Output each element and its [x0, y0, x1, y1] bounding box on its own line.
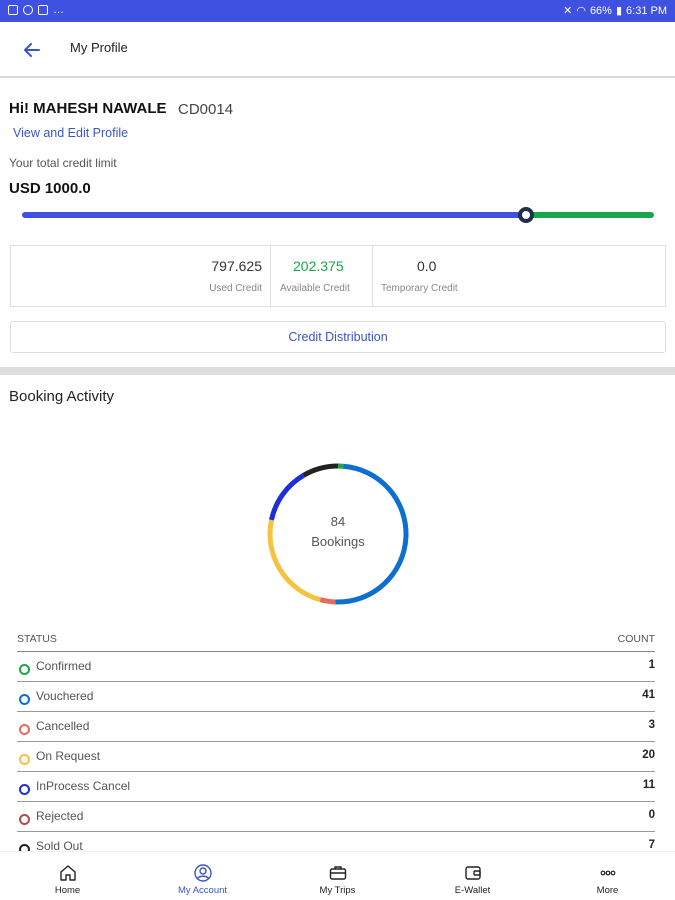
- nav-more-label: More: [596, 885, 619, 896]
- status-count: 20: [642, 749, 655, 761]
- donut-slice: [302, 463, 339, 478]
- table-header: STATUS COUNT: [17, 628, 655, 652]
- mute-icon: ✕: [563, 5, 573, 17]
- nav-e-wallet[interactable]: E-Wallet: [405, 852, 540, 900]
- back-button[interactable]: [20, 38, 44, 62]
- available-credit-label: Available Credit: [280, 283, 350, 294]
- arrow-left-icon: [24, 43, 40, 57]
- nav-e-wallet-label: E-Wallet: [454, 885, 491, 896]
- more-notifications-icon: …: [53, 4, 64, 16]
- available-credit-stat: 202.375 Available Credit: [271, 246, 373, 306]
- count-column-header: COUNT: [617, 633, 655, 645]
- view-edit-profile-link[interactable]: View and Edit Profile: [13, 126, 128, 140]
- briefcase-icon: [329, 866, 347, 880]
- wallet-icon: [465, 866, 481, 880]
- used-credit-label: Used Credit: [209, 283, 262, 294]
- table-row: Cancelled 3: [17, 712, 655, 742]
- nav-my-trips[interactable]: My Trips: [270, 852, 405, 900]
- gallery-icon: [8, 5, 18, 15]
- status-dot-icon: [19, 754, 30, 765]
- credit-limit-value: USD 1000.0: [9, 180, 91, 197]
- status-name: On Request: [36, 749, 101, 763]
- booking-activity-title: Booking Activity: [9, 388, 115, 405]
- status-count: 1: [648, 659, 655, 671]
- credit-distribution-button[interactable]: Credit Distribution: [10, 321, 666, 353]
- credit-usage-bar: [22, 207, 654, 225]
- user-greeting: Hi! MAHESH NAWALE: [9, 100, 167, 117]
- status-dot-icon: [19, 814, 30, 825]
- credit-limit-label: Your total credit limit: [9, 156, 117, 170]
- status-count: 0: [648, 809, 655, 821]
- status-count: 41: [642, 689, 655, 701]
- battery-icon: ▮: [615, 5, 623, 17]
- media-icon: [38, 5, 48, 15]
- nav-my-trips-label: My Trips: [319, 885, 356, 896]
- section-divider: [0, 367, 675, 375]
- user-code: CD0014: [178, 101, 234, 118]
- table-row: Vouchered 41: [17, 682, 655, 712]
- status-name: Rejected: [36, 809, 84, 823]
- account-icon: [194, 864, 212, 882]
- status-name: Cancelled: [36, 719, 90, 733]
- status-column-header: STATUS: [17, 633, 57, 645]
- temporary-credit-value: 0.0: [417, 258, 437, 274]
- status-dot-icon: [19, 664, 30, 675]
- notification-icon: [23, 5, 33, 15]
- used-credit-value: 797.625: [211, 258, 262, 274]
- used-credit-stat: 797.625 Used Credit: [11, 246, 271, 306]
- status-dot-icon: [19, 784, 30, 795]
- credit-stats: 797.625 Used Credit 202.375 Available Cr…: [10, 245, 666, 307]
- bookings-total-label: Bookings: [311, 534, 365, 549]
- bottom-navigation: Home My Account My Trips E-Wallet More: [0, 851, 675, 900]
- status-system-icons: ✕ ◠ 66% ▮ 6:31 PM: [563, 4, 667, 18]
- status-bar: … ✕ ◠ 66% ▮ 6:31 PM: [0, 0, 675, 22]
- used-credit-fill: [22, 212, 524, 218]
- wifi-icon: ◠: [576, 5, 586, 17]
- app-bar: My Profile: [0, 22, 675, 78]
- status-count: 3: [648, 719, 655, 731]
- status-count: 11: [642, 779, 655, 791]
- table-body: Confirmed 1 Vouchered 41 Cancelled 3 On Reques…: [17, 652, 655, 862]
- bookings-total: 84: [330, 514, 346, 529]
- table-row: InProcess Cancel 11: [17, 772, 655, 802]
- battery-level: 66%: [589, 4, 612, 17]
- table-row: Rejected 0: [17, 802, 655, 832]
- booking-status-table: STATUS COUNT Confirmed 1 Vouchered 41 Cancel…: [17, 628, 655, 862]
- status-name: Confirmed: [36, 659, 92, 673]
- status-dot-icon: [19, 694, 30, 705]
- temporary-credit-stat: 0.0 Temporary Credit: [373, 246, 665, 306]
- credit-bar-knob: [518, 207, 535, 223]
- status-name: InProcess Cancel: [36, 779, 131, 793]
- nav-more[interactable]: More: [540, 852, 675, 900]
- clock: 6:31 PM: [626, 4, 667, 17]
- home-icon: [60, 865, 76, 881]
- page-title: My Profile: [70, 40, 128, 55]
- temporary-credit-label: Temporary Credit: [381, 283, 458, 294]
- status-dot-icon: [19, 724, 30, 735]
- more-icon: [600, 870, 616, 876]
- status-count: 7: [648, 839, 655, 851]
- nav-home-label: Home: [54, 885, 81, 896]
- donut-slice: [319, 597, 336, 605]
- nav-my-account-label: My Account: [177, 885, 228, 896]
- nav-my-account[interactable]: My Account: [135, 852, 270, 900]
- donut-slice: [267, 519, 321, 603]
- table-row: On Request 20: [17, 742, 655, 772]
- status-name: Vouchered: [36, 689, 94, 703]
- available-credit-value: 202.375: [293, 258, 344, 274]
- table-row: Confirmed 1: [17, 652, 655, 682]
- status-notification-icons: …: [8, 4, 64, 16]
- available-credit-fill: [524, 212, 654, 218]
- nav-home[interactable]: Home: [0, 852, 135, 900]
